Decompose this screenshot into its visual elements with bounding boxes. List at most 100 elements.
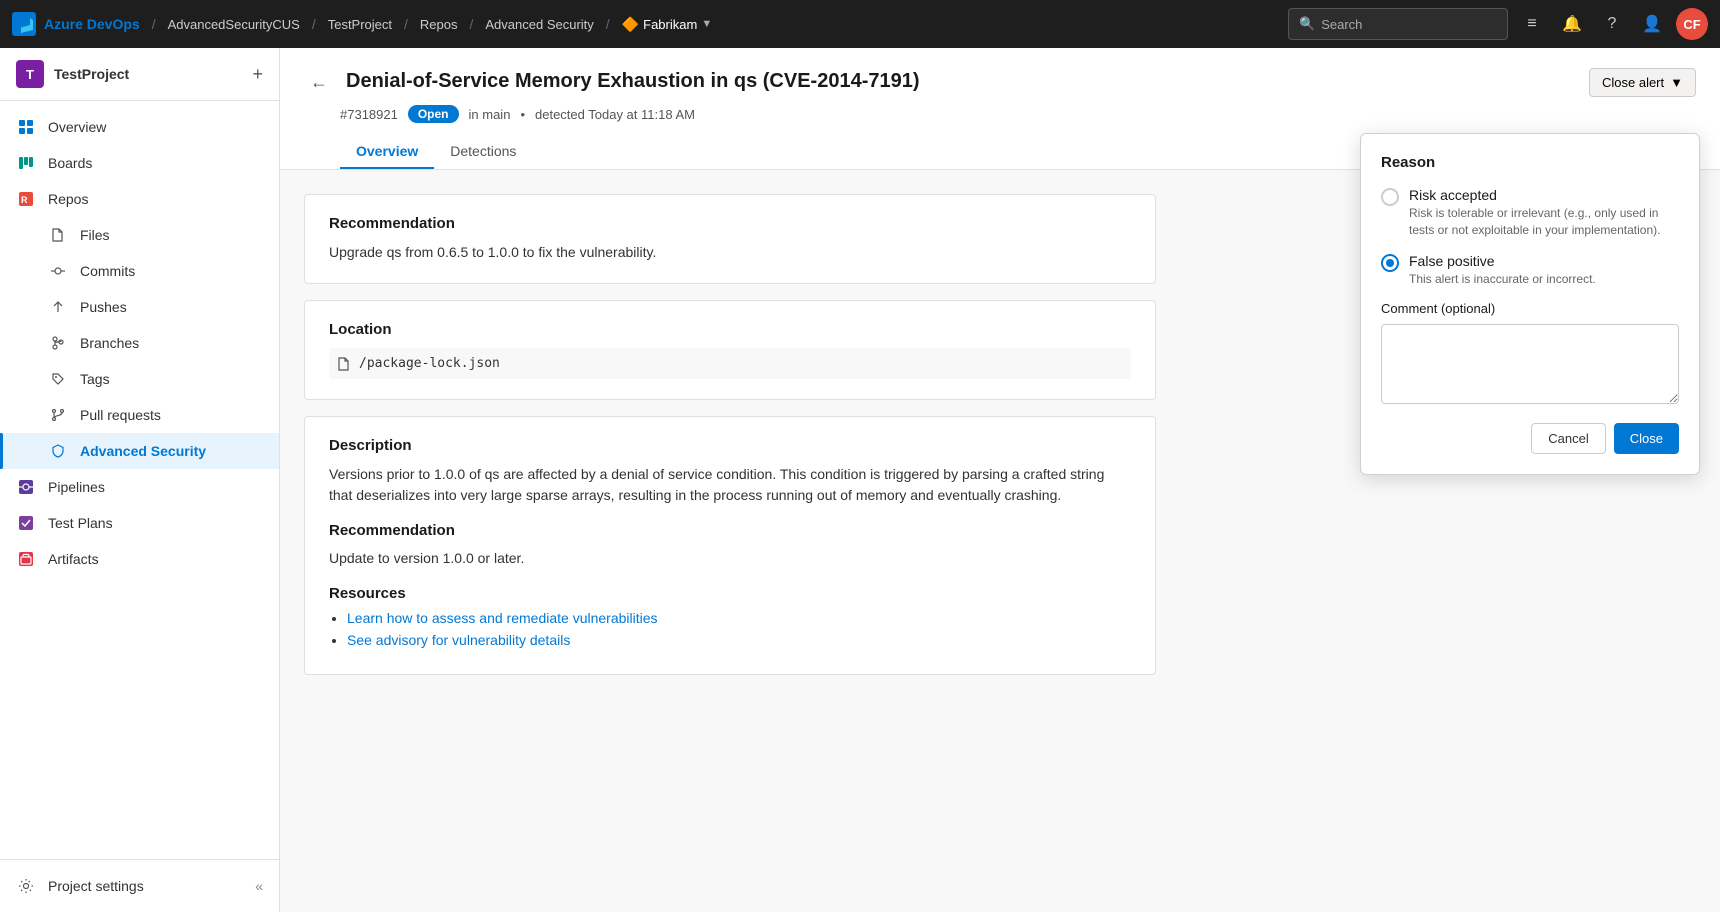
risk-accepted-desc: Risk is tolerable or irrelevant (e.g., o… bbox=[1409, 205, 1679, 239]
resources-title: Resources bbox=[329, 585, 1131, 602]
sidebar-item-project-settings[interactable]: Project settings « bbox=[0, 868, 279, 904]
alert-meta: #7318921 Open in main • detected Today a… bbox=[304, 105, 1696, 123]
sidebar-item-commits[interactable]: Commits bbox=[0, 253, 279, 289]
resources-list: Learn how to assess and remediate vulner… bbox=[329, 610, 1131, 648]
notifications-icon[interactable]: 🔔 bbox=[1556, 8, 1588, 40]
description-title: Description bbox=[329, 437, 1131, 454]
sidebar-item-pushes[interactable]: Pushes bbox=[0, 289, 279, 325]
repos-label: Repos bbox=[48, 191, 88, 207]
sep5: / bbox=[606, 16, 610, 32]
alert-id: #7318921 bbox=[340, 107, 398, 122]
search-box[interactable]: 🔍 Search bbox=[1288, 8, 1508, 40]
collapse-icon[interactable]: « bbox=[255, 878, 263, 894]
alert-status-badge: Open bbox=[408, 105, 459, 123]
sidebar-project: T TestProject + bbox=[0, 48, 279, 101]
repos-icon: R bbox=[16, 189, 36, 209]
location-title: Location bbox=[329, 321, 1131, 338]
option-false-positive-content: False positive This alert is inaccurate … bbox=[1409, 253, 1596, 288]
file-path: /package-lock.json bbox=[359, 356, 500, 371]
sidebar: T TestProject + Overview Boards bbox=[0, 48, 280, 912]
close-alert-button[interactable]: Close alert ▼ bbox=[1589, 68, 1696, 97]
org-crumb[interactable]: AdvancedSecurityCUS bbox=[168, 17, 300, 32]
option-risk-accepted[interactable]: Risk accepted Risk is tolerable or irrel… bbox=[1381, 187, 1679, 239]
tab-overview[interactable]: Overview bbox=[340, 135, 434, 169]
description-card: Description Versions prior to 1.0.0 of q… bbox=[304, 416, 1156, 675]
sidebar-item-repos[interactable]: R Repos bbox=[0, 181, 279, 217]
advanced-security-icon bbox=[48, 441, 68, 461]
radio-risk-accepted[interactable] bbox=[1381, 188, 1399, 206]
chevron-down-icon: ▼ bbox=[1670, 75, 1683, 90]
panel-reason-title: Reason bbox=[1381, 154, 1679, 171]
resource-link-1[interactable]: Learn how to assess and remediate vulner… bbox=[347, 610, 658, 626]
azure-devops-logo bbox=[12, 12, 36, 36]
comment-textarea[interactable] bbox=[1381, 324, 1679, 404]
user-settings-icon[interactable]: 👤 bbox=[1636, 8, 1668, 40]
menu-icon[interactable]: ≡ bbox=[1516, 8, 1548, 40]
pushes-label: Pushes bbox=[80, 299, 127, 315]
pushes-icon bbox=[48, 297, 68, 317]
tab-detections[interactable]: Detections bbox=[434, 135, 532, 169]
sidebar-item-files[interactable]: Files bbox=[0, 217, 279, 253]
pipelines-label: Pipelines bbox=[48, 479, 105, 495]
svg-text:R: R bbox=[21, 195, 28, 205]
recommendation2-title: Recommendation bbox=[329, 522, 1131, 539]
tags-label: Tags bbox=[80, 371, 110, 387]
boards-label: Boards bbox=[48, 155, 92, 171]
panel-actions: Cancel Close bbox=[1381, 423, 1679, 454]
close-alert-label: Close alert bbox=[1602, 75, 1664, 90]
resource-link-2[interactable]: See advisory for vulnerability details bbox=[347, 632, 570, 648]
project-crumb[interactable]: TestProject bbox=[328, 17, 392, 32]
alert-body: Recommendation Upgrade qs from 0.6.5 to … bbox=[280, 170, 1180, 715]
sep2: / bbox=[312, 16, 316, 32]
brand-name: Azure DevOps bbox=[44, 16, 140, 32]
sidebar-item-branches[interactable]: Branches bbox=[0, 325, 279, 361]
resource-item-2: See advisory for vulnerability details bbox=[347, 632, 1131, 648]
sidebar-item-boards[interactable]: Boards bbox=[0, 145, 279, 181]
add-project-icon[interactable]: + bbox=[252, 64, 263, 85]
sidebar-item-overview[interactable]: Overview bbox=[0, 109, 279, 145]
sidebar-item-pullrequests[interactable]: Pull requests bbox=[0, 397, 279, 433]
nav-icons: ≡ 🔔 ? 👤 CF bbox=[1516, 8, 1708, 40]
radio-false-positive[interactable] bbox=[1381, 254, 1399, 272]
option-false-positive[interactable]: False positive This alert is inaccurate … bbox=[1381, 253, 1679, 288]
location-card: Location /package-lock.json bbox=[304, 300, 1156, 400]
sidebar-item-pipelines[interactable]: Pipelines bbox=[0, 469, 279, 505]
recommendation-card: Recommendation Upgrade qs from 0.6.5 to … bbox=[304, 194, 1156, 284]
boards-icon bbox=[16, 153, 36, 173]
user-avatar[interactable]: CF bbox=[1676, 8, 1708, 40]
sidebar-item-artifacts[interactable]: Artifacts bbox=[0, 541, 279, 577]
recommendation-text: Upgrade qs from 0.6.5 to 1.0.0 to fix th… bbox=[329, 242, 1131, 263]
sidebar-item-advanced-security[interactable]: Advanced Security bbox=[0, 433, 279, 469]
alert-title-row: ← Denial-of-Service Memory Exhaustion in… bbox=[304, 68, 1696, 97]
help-icon[interactable]: ? bbox=[1596, 8, 1628, 40]
artifacts-label: Artifacts bbox=[48, 551, 99, 567]
sep1: / bbox=[152, 16, 156, 32]
pullrequests-label: Pull requests bbox=[80, 407, 161, 423]
description-text: Versions prior to 1.0.0 of qs are affect… bbox=[329, 464, 1131, 506]
testplans-icon bbox=[16, 513, 36, 533]
sep3: / bbox=[404, 16, 408, 32]
repos-crumb[interactable]: Repos bbox=[420, 17, 458, 32]
sidebar-item-tags[interactable]: Tags bbox=[0, 361, 279, 397]
alert-sep: • bbox=[520, 107, 525, 122]
search-placeholder: Search bbox=[1321, 17, 1362, 32]
settings-icon bbox=[16, 876, 36, 896]
resource-item-1: Learn how to assess and remediate vulner… bbox=[347, 610, 1131, 626]
repo-crumb[interactable]: 🔶 Fabrikam ▼ bbox=[622, 16, 713, 33]
pullrequests-icon bbox=[48, 405, 68, 425]
branches-label: Branches bbox=[80, 335, 139, 351]
back-button[interactable]: ← bbox=[304, 70, 334, 95]
advsec-crumb[interactable]: Advanced Security bbox=[485, 17, 593, 32]
recommendation2-text: Update to version 1.0.0 or later. bbox=[329, 547, 1131, 569]
commits-icon bbox=[48, 261, 68, 281]
sidebar-item-testplans[interactable]: Test Plans bbox=[0, 505, 279, 541]
sidebar-bottom: Project settings « bbox=[0, 859, 279, 912]
comment-label: Comment (optional) bbox=[1381, 301, 1679, 316]
search-icon: 🔍 bbox=[1299, 16, 1315, 32]
advanced-security-label: Advanced Security bbox=[80, 443, 206, 459]
cancel-button[interactable]: Cancel bbox=[1531, 423, 1605, 454]
file-icon bbox=[337, 357, 351, 371]
close-confirm-button[interactable]: Close bbox=[1614, 423, 1679, 454]
files-label: Files bbox=[80, 227, 110, 243]
testplans-label: Test Plans bbox=[48, 515, 113, 531]
